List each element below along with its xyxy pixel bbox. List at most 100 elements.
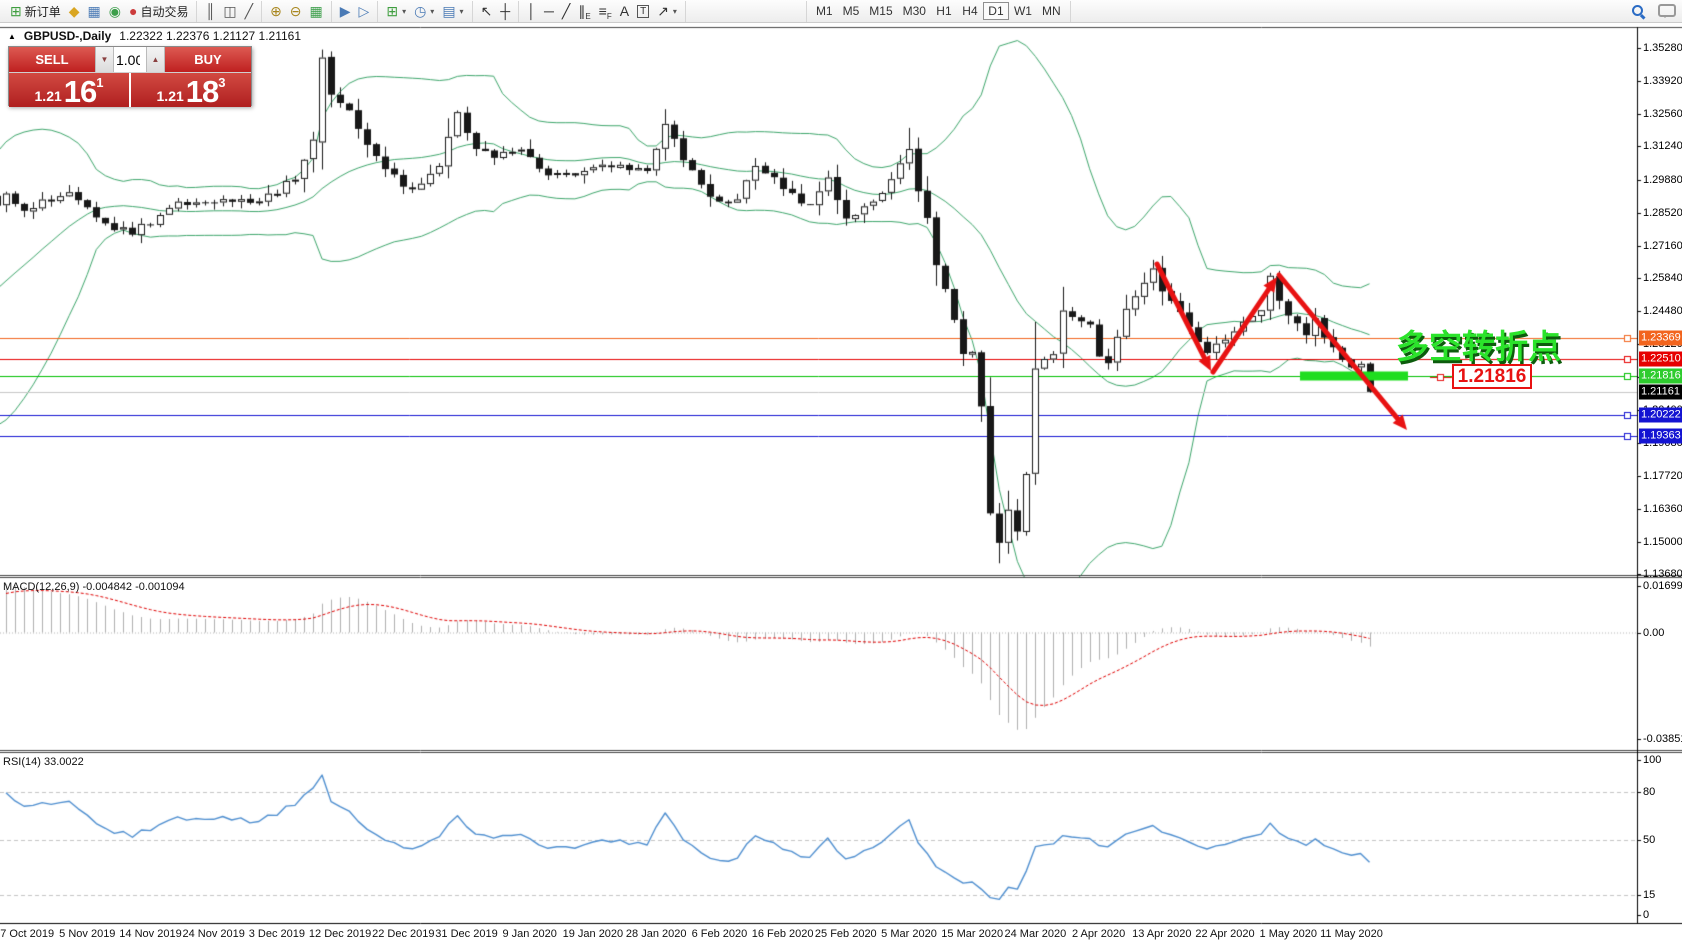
shapes-icon: ↗: [657, 4, 669, 18]
shapes-icon[interactable]: ↗▾: [653, 2, 681, 21]
vertical-line-icon: │: [527, 4, 536, 18]
timeframe-m1[interactable]: M1: [811, 2, 838, 20]
ask-prefix: 1.21: [157, 87, 184, 106]
price-tick-label: 1.35280: [1643, 42, 1682, 54]
bar-chart-icon[interactable]: ║: [201, 2, 219, 21]
candlestick-chart-icon: ◫: [223, 4, 236, 18]
date-label: 25 Feb 2020: [815, 928, 877, 940]
new-order-button-label: 新订单: [25, 3, 61, 20]
timeframe-d1[interactable]: D1: [983, 2, 1009, 20]
autotrading-button[interactable]: ●自动交易: [125, 2, 192, 21]
collapse-icon[interactable]: ▲: [8, 32, 16, 41]
fibonacci-icon[interactable]: ≡F: [595, 2, 616, 21]
macd-tick-label: 0.016994: [1643, 580, 1682, 592]
timeframe-w1[interactable]: W1: [1009, 2, 1037, 20]
text-icon[interactable]: A: [616, 2, 633, 21]
cursor-icon[interactable]: ↖: [477, 2, 497, 21]
autoscroll-icon[interactable]: ▶: [336, 2, 355, 21]
level-price-tag: 1.23369: [1639, 331, 1682, 346]
one-click-trading-panel: SELL ▼ ▲ BUY 1.21 16 1 1.21 18 3: [8, 46, 252, 106]
chart-shift-icon[interactable]: ▷: [355, 2, 374, 21]
price-tick-label: 1.29880: [1643, 174, 1682, 186]
timeframe-h4[interactable]: H4: [957, 2, 983, 20]
vertical-line-icon[interactable]: │: [523, 2, 540, 21]
zoom-in-icon[interactable]: ⊕: [266, 2, 286, 21]
volume-input[interactable]: [114, 47, 146, 72]
market-watch-icon[interactable]: ◆: [65, 2, 84, 21]
rsi-tick-label: 100: [1643, 754, 1661, 766]
data-window-icon: ▦: [88, 4, 101, 18]
date-label: 3 Dec 2019: [249, 928, 305, 940]
date-label: 24 Nov 2019: [182, 928, 244, 940]
turning-point-annotation[interactable]: 多空转折点: [1396, 320, 1561, 368]
date-label: 5 Nov 2019: [59, 928, 115, 940]
support-price-label[interactable]: 1.21816: [1452, 364, 1532, 389]
bid-big-digits: 16: [64, 78, 96, 106]
timeframe-mn[interactable]: MN: [1037, 2, 1066, 20]
shapes-icon-dropdown[interactable]: ▾: [673, 7, 677, 16]
sell-button[interactable]: SELL: [9, 47, 95, 72]
label-icon[interactable]: T: [633, 2, 653, 21]
zoom-out-icon: ⊖: [290, 4, 302, 18]
price-tick-label: 1.31240: [1643, 140, 1682, 152]
price-tick-label: 1.25840: [1643, 272, 1682, 284]
channel-icon[interactable]: ∥E: [574, 2, 594, 21]
autotrading-button-label: 自动交易: [140, 3, 188, 20]
periods-icon: ◷: [414, 4, 426, 18]
periods-icon[interactable]: ◷▾: [410, 2, 438, 21]
horizontal-line-icon: ─: [544, 4, 554, 18]
timeframe-h1[interactable]: H1: [931, 2, 957, 20]
market-watch-icon: ◆: [69, 4, 80, 18]
zoom-out-icon[interactable]: ⊖: [286, 2, 306, 21]
date-label: 15 Mar 2020: [941, 928, 1003, 940]
toolbar: ⊞新订单◆▦◉●自动交易║◫╱⊕⊖▦▶▷⊞▾◷▾▤▾↖┼│─╱∥E≡FAT↗▾M…: [0, 0, 1682, 23]
date-label: 1 May 2020: [1260, 928, 1317, 940]
horizontal-line-icon[interactable]: ─: [540, 2, 558, 21]
tile-windows-icon[interactable]: ▦: [306, 2, 327, 21]
date-label: 5 Mar 2020: [881, 928, 937, 940]
volume-down-button[interactable]: ▼: [95, 47, 114, 72]
level-price-tag: 1.22510: [1639, 352, 1682, 367]
rsi-tick-label: 15: [1643, 889, 1655, 901]
chart-header: ▲ GBPUSD-,Daily 1.22322 1.22376 1.21127 …: [8, 29, 301, 43]
price-tick-label: 1.27160: [1643, 240, 1682, 252]
date-label: 13 Apr 2020: [1132, 928, 1191, 940]
indicators-icon-dropdown[interactable]: ▾: [402, 7, 406, 16]
date-label: 14 Nov 2019: [119, 928, 181, 940]
indicators-icon[interactable]: ⊞▾: [382, 2, 410, 21]
crosshair-icon[interactable]: ┼: [496, 2, 514, 21]
timeframe-group: M1M5M15M30H1H4D1W1MN: [806, 1, 1071, 22]
templates-icon: ▤: [442, 4, 455, 18]
trendline-icon[interactable]: ╱: [558, 2, 574, 21]
price-tick-label: 1.28520: [1643, 207, 1682, 219]
trendline-icon: ╱: [562, 4, 570, 18]
bid-price[interactable]: 1.21 16 1: [9, 73, 129, 107]
candlestick-chart-icon[interactable]: ◫: [219, 2, 240, 21]
current-price-tag: 1.21161: [1639, 384, 1682, 399]
timeframe-m15[interactable]: M15: [864, 2, 897, 20]
periods-icon-dropdown[interactable]: ▾: [430, 7, 434, 16]
templates-icon-dropdown[interactable]: ▾: [460, 7, 464, 16]
data-window-icon[interactable]: ▦: [84, 2, 105, 21]
bid-pipette: 1: [96, 75, 103, 90]
date-label: 22 Dec 2019: [372, 928, 434, 940]
new-order-button[interactable]: ⊞新订单: [6, 2, 65, 21]
chat-icon[interactable]: [1658, 4, 1676, 17]
chart-canvas[interactable]: [0, 0, 1682, 943]
ask-pipette: 3: [218, 75, 225, 90]
line-chart-icon: ╱: [245, 4, 253, 18]
chart-shift-icon: ▷: [359, 4, 370, 18]
macd-label: MACD(12,26,9) -0.004842 -0.001094: [3, 581, 185, 593]
timeframe-m5[interactable]: M5: [838, 2, 865, 20]
buy-button[interactable]: BUY: [165, 47, 251, 72]
volume-up-button[interactable]: ▲: [146, 47, 165, 72]
line-chart-icon[interactable]: ╱: [241, 2, 257, 21]
ask-price[interactable]: 1.21 18 3: [131, 73, 251, 107]
level-price-tag: 1.21816: [1639, 368, 1682, 383]
timeframe-m30[interactable]: M30: [898, 2, 931, 20]
templates-icon[interactable]: ▤▾: [438, 2, 467, 21]
toolbar-group: │─╱∥E≡FAT↗▾: [519, 1, 686, 22]
navigator-icon[interactable]: ◉: [105, 2, 125, 21]
search-icon[interactable]: [1631, 4, 1646, 19]
date-label: 22 Apr 2020: [1195, 928, 1254, 940]
